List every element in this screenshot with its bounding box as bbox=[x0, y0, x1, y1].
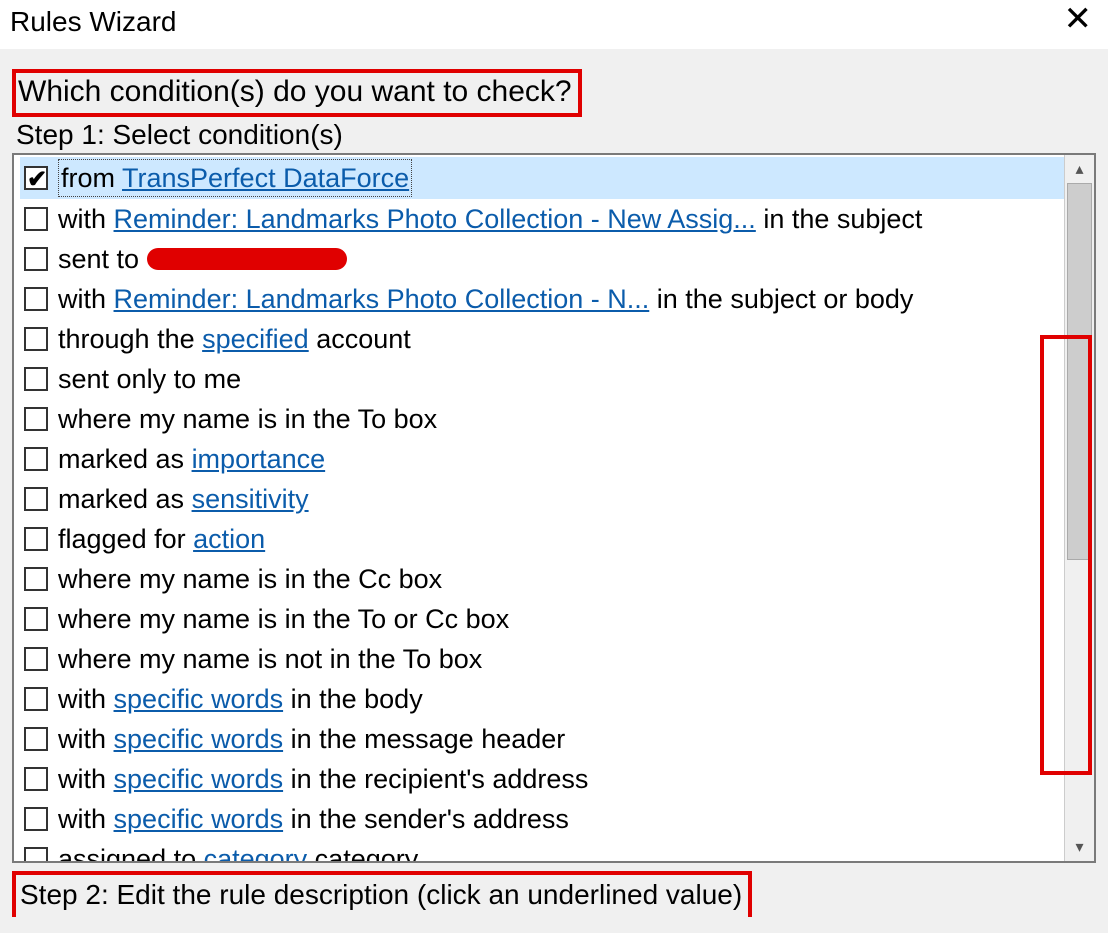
condition-link[interactable]: TransPerfect DataForce bbox=[122, 163, 409, 193]
condition-link[interactable]: specific words bbox=[114, 684, 284, 714]
condition-row[interactable]: where my name is in the To or Cc box bbox=[20, 599, 1094, 639]
redacted-value[interactable] bbox=[147, 248, 347, 270]
condition-checkbox[interactable] bbox=[24, 527, 48, 551]
dialog-body: Which condition(s) do you want to check?… bbox=[0, 48, 1108, 933]
condition-row[interactable]: where my name is in the To box bbox=[20, 399, 1094, 439]
condition-link[interactable]: category bbox=[204, 844, 308, 863]
condition-checkbox[interactable] bbox=[24, 847, 48, 863]
titlebar: Rules Wizard ✕ bbox=[0, 0, 1108, 48]
condition-checkbox[interactable] bbox=[24, 327, 48, 351]
condition-row[interactable]: marked as importance bbox=[20, 439, 1094, 479]
condition-checkbox[interactable] bbox=[24, 447, 48, 471]
condition-text: with Reminder: Landmarks Photo Collectio… bbox=[58, 281, 913, 317]
window-title: Rules Wizard bbox=[10, 6, 176, 38]
scroll-down-icon[interactable]: ▾ bbox=[1065, 833, 1094, 861]
condition-text: where my name is in the Cc box bbox=[58, 561, 442, 597]
condition-link[interactable]: sensitivity bbox=[192, 484, 309, 514]
condition-text: with Reminder: Landmarks Photo Collectio… bbox=[58, 201, 922, 237]
condition-row[interactable]: flagged for action bbox=[20, 519, 1094, 559]
condition-checkbox[interactable] bbox=[24, 727, 48, 751]
condition-text: with specific words in the sender's addr… bbox=[58, 801, 569, 837]
scroll-up-icon[interactable]: ▴ bbox=[1065, 155, 1094, 183]
condition-checkbox[interactable] bbox=[24, 807, 48, 831]
condition-row[interactable]: from TransPerfect DataForce bbox=[20, 157, 1094, 199]
scrollbar[interactable]: ▴ ▾ bbox=[1064, 155, 1094, 861]
condition-row[interactable]: with specific words in the recipient's a… bbox=[20, 759, 1094, 799]
close-icon[interactable]: ✕ bbox=[1058, 6, 1099, 32]
condition-checkbox[interactable] bbox=[24, 166, 48, 190]
condition-checkbox[interactable] bbox=[24, 767, 48, 791]
condition-text: with specific words in the recipient's a… bbox=[58, 761, 588, 797]
condition-text: sent only to me bbox=[58, 361, 241, 397]
condition-link[interactable]: specific words bbox=[114, 804, 284, 834]
condition-text: assigned to category category bbox=[58, 841, 418, 863]
condition-checkbox[interactable] bbox=[24, 647, 48, 671]
condition-link[interactable]: specific words bbox=[114, 724, 284, 754]
condition-text: marked as importance bbox=[58, 441, 325, 477]
conditions-listbox-wrap: from TransPerfect DataForce with Reminder… bbox=[12, 153, 1096, 863]
step2-label: Step 2: Edit the rule description (click… bbox=[20, 879, 742, 911]
condition-link[interactable]: specified bbox=[202, 324, 309, 354]
condition-text: with specific words in the message heade… bbox=[58, 721, 565, 757]
condition-checkbox[interactable] bbox=[24, 207, 48, 231]
condition-text: sent to bbox=[58, 241, 347, 277]
condition-row[interactable]: with specific words in the sender's addr… bbox=[20, 799, 1094, 839]
condition-text: where my name is not in the To box bbox=[58, 641, 482, 677]
heading-highlight: Which condition(s) do you want to check? bbox=[12, 69, 582, 117]
condition-text: flagged for action bbox=[58, 521, 265, 557]
condition-text: through the specified account bbox=[58, 321, 411, 357]
condition-checkbox[interactable] bbox=[24, 287, 48, 311]
condition-checkbox[interactable] bbox=[24, 407, 48, 431]
condition-checkbox[interactable] bbox=[24, 367, 48, 391]
condition-text: marked as sensitivity bbox=[58, 481, 309, 517]
scroll-track[interactable] bbox=[1065, 183, 1094, 833]
condition-link[interactable]: Reminder: Landmarks Photo Collection - N… bbox=[114, 284, 650, 314]
condition-link[interactable]: specific words bbox=[114, 764, 284, 794]
conditions-heading: Which condition(s) do you want to check? bbox=[18, 75, 572, 109]
condition-row[interactable]: with Reminder: Landmarks Photo Collectio… bbox=[20, 279, 1094, 319]
condition-row[interactable]: with specific words in the message heade… bbox=[20, 719, 1094, 759]
condition-row[interactable]: with Reminder: Landmarks Photo Collectio… bbox=[20, 199, 1094, 239]
condition-row[interactable]: marked as sensitivity bbox=[20, 479, 1094, 519]
condition-link[interactable]: action bbox=[193, 524, 265, 554]
step1-label: Step 1: Select condition(s) bbox=[16, 119, 1096, 151]
condition-row[interactable]: assigned to category category bbox=[20, 839, 1094, 863]
condition-row[interactable]: where my name is not in the To box bbox=[20, 639, 1094, 679]
condition-row[interactable]: with specific words in the body bbox=[20, 679, 1094, 719]
condition-row[interactable]: through the specified account bbox=[20, 319, 1094, 359]
condition-checkbox[interactable] bbox=[24, 247, 48, 271]
condition-text: where my name is in the To box bbox=[58, 401, 437, 437]
condition-text: from TransPerfect DataForce bbox=[58, 159, 412, 197]
condition-checkbox[interactable] bbox=[24, 487, 48, 511]
condition-checkbox[interactable] bbox=[24, 607, 48, 631]
condition-checkbox[interactable] bbox=[24, 687, 48, 711]
step2-highlight: Step 2: Edit the rule description (click… bbox=[12, 871, 752, 917]
condition-text: where my name is in the To or Cc box bbox=[58, 601, 509, 637]
condition-row[interactable]: where my name is in the Cc box bbox=[20, 559, 1094, 599]
scroll-thumb[interactable] bbox=[1067, 183, 1092, 560]
condition-row[interactable]: sent only to me bbox=[20, 359, 1094, 399]
condition-link[interactable]: importance bbox=[192, 444, 326, 474]
condition-link[interactable]: Reminder: Landmarks Photo Collection - N… bbox=[114, 204, 756, 234]
conditions-listbox[interactable]: from TransPerfect DataForce with Reminder… bbox=[12, 153, 1096, 863]
condition-checkbox[interactable] bbox=[24, 567, 48, 591]
condition-row[interactable]: sent to bbox=[20, 239, 1094, 279]
condition-text: with specific words in the body bbox=[58, 681, 423, 717]
